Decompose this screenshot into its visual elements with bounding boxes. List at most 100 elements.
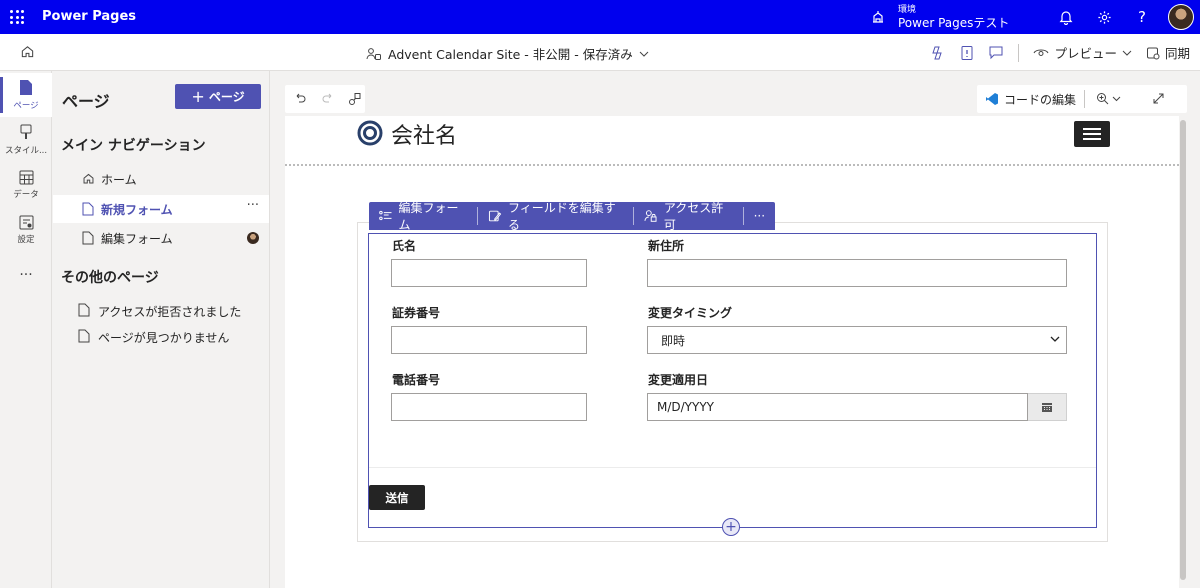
other-page-label: ページが見つかりません (98, 331, 230, 345)
redo-icon[interactable] (322, 92, 334, 107)
main-nav-header: メイン ナビゲーション (61, 138, 206, 154)
settings-gear-icon[interactable] (1095, 8, 1113, 26)
settings-icon (19, 215, 33, 230)
preview-label: プレビュー (1054, 46, 1117, 61)
effective-date-label: 変更適用日 (648, 373, 709, 387)
sync-button[interactable]: 同期 (1146, 43, 1190, 62)
nav-item-label: ホーム (101, 172, 137, 187)
page-icon (82, 202, 94, 216)
id-number-label: 証券番号 (392, 306, 441, 320)
plus-icon: + (191, 87, 205, 106)
code-toolbar-divider (1084, 90, 1085, 108)
calendar-icon (1042, 403, 1052, 412)
rail-item-label: データ (13, 190, 39, 200)
page-canvas: 会社名 氏名 新住所 証券番号 変更タイミング 即時 電話番号 変更適用日 M/… (285, 116, 1187, 588)
site-header: 会社名 (285, 116, 1179, 166)
timing-value: 即時 (661, 333, 686, 348)
basic-form: 氏名 新住所 証券番号 変更タイミング 即時 電話番号 変更適用日 M/D/YY… (368, 233, 1097, 528)
page-icon (20, 80, 32, 95)
new-address-field[interactable] (647, 259, 1067, 287)
undo-icon[interactable] (294, 92, 306, 107)
top-bar: Power Pages 環境 Power Pagesテスト ? (0, 0, 1200, 34)
nav-item-home[interactable]: ホーム (53, 165, 269, 193)
table-icon (19, 170, 33, 185)
edit-fields-label: フィールドを編集する (507, 201, 616, 232)
home-icon (83, 173, 94, 184)
eye-icon (1034, 49, 1049, 56)
site-selector[interactable]: Advent Calendar Site - 非公開 - 保存済み (366, 44, 649, 63)
link-icon[interactable] (348, 92, 362, 109)
vscode-icon (985, 92, 999, 109)
timing-select[interactable]: 即時 (647, 326, 1067, 354)
canvas-scrollbar[interactable] (1179, 116, 1187, 588)
checker-icon[interactable] (960, 45, 974, 61)
comment-icon[interactable] (988, 45, 1004, 60)
list-icon (379, 210, 392, 221)
edit-icon (489, 210, 502, 222)
more-options-icon[interactable]: ··· (247, 198, 259, 213)
app-title[interactable]: Power Pages (42, 9, 136, 24)
company-logo-icon (357, 120, 383, 146)
plus-icon: + (725, 519, 737, 535)
more-options-icon[interactable]: ··· (744, 207, 775, 225)
command-divider (1018, 43, 1020, 62)
rail-more-button[interactable]: ... (0, 249, 52, 293)
left-rail: ページ スタイル... データ 設定 ... (0, 71, 52, 588)
permissions-label: アクセス許可 (663, 201, 724, 232)
effective-date-field[interactable]: M/D/YYYY (647, 393, 1028, 421)
nav-item-label: 編集フォーム (101, 231, 173, 246)
add-section-button[interactable]: + (722, 518, 740, 536)
home-icon[interactable] (20, 44, 35, 62)
submit-button[interactable]: 送信 (369, 485, 425, 510)
nav-item-edit-form[interactable]: 編集フォーム (53, 224, 269, 252)
preview-button[interactable]: プレビュー (1033, 43, 1132, 62)
edit-code-button[interactable]: コードの編集 (1004, 91, 1076, 108)
site-status: Advent Calendar Site - 非公開 - 保存済み (388, 47, 633, 62)
chevron-down-icon (1122, 50, 1132, 56)
rail-item-styles[interactable]: スタイル... (0, 118, 52, 162)
expand-icon[interactable] (1152, 92, 1165, 108)
rail-item-label: ページ (13, 101, 39, 111)
environment-name[interactable]: Power Pagesテスト (898, 14, 1009, 31)
rail-item-pages[interactable]: ページ (0, 73, 52, 117)
name-field[interactable] (391, 259, 587, 287)
help-icon[interactable]: ? (1133, 8, 1151, 26)
app-launcher-icon[interactable] (10, 10, 24, 24)
page-icon (82, 231, 94, 245)
add-page-button[interactable]: + ページ (175, 84, 261, 109)
panel-title: ページ (62, 92, 110, 111)
user-avatar[interactable] (1168, 4, 1194, 30)
notification-icon[interactable] (1057, 8, 1075, 26)
zoom-icon[interactable] (1096, 92, 1122, 109)
phone-label: 電話番号 (392, 373, 441, 387)
environment-icon (873, 11, 883, 23)
nav-item-new-form[interactable]: 新規フォーム ··· (53, 195, 269, 223)
id-number-field[interactable] (391, 326, 587, 354)
other-pages-header: その他のページ (61, 270, 159, 286)
other-page-not-found[interactable]: ページが見つかりません (53, 323, 269, 349)
edit-fields-button[interactable]: フィールドを編集する (478, 201, 633, 232)
new-address-label: 新住所 (648, 239, 685, 253)
hamburger-menu-button[interactable] (1074, 121, 1110, 147)
edit-form-button[interactable]: 編集フォーム (369, 201, 477, 232)
other-page-access-denied[interactable]: アクセスが拒否されました (53, 297, 269, 323)
rail-item-data[interactable]: データ (0, 163, 52, 207)
command-bar: Advent Calendar Site - 非公開 - 保存済み プレビュー … (0, 34, 1200, 71)
copilot-icon[interactable] (930, 45, 946, 61)
calendar-button[interactable] (1028, 393, 1067, 421)
chevron-down-icon (1050, 336, 1060, 342)
form-toolbar: 編集フォーム フィールドを編集する アクセス許可 ··· (369, 201, 775, 232)
code-toolbar: コードの編集 (977, 85, 1187, 113)
other-page-label: アクセスが拒否されました (98, 305, 242, 319)
sync-icon (1146, 47, 1160, 59)
canvas-toolbar (285, 85, 365, 113)
chevron-down-icon (639, 51, 649, 57)
edit-form-label: 編集フォーム (398, 201, 459, 232)
name-label: 氏名 (392, 239, 417, 253)
phone-field[interactable] (391, 393, 587, 421)
effective-date-placeholder: M/D/YYYY (657, 400, 714, 414)
sync-label: 同期 (1164, 46, 1190, 61)
brush-icon (20, 124, 32, 139)
rail-item-settings[interactable]: 設定 (0, 208, 52, 252)
permissions-button[interactable]: アクセス許可 (634, 201, 742, 232)
